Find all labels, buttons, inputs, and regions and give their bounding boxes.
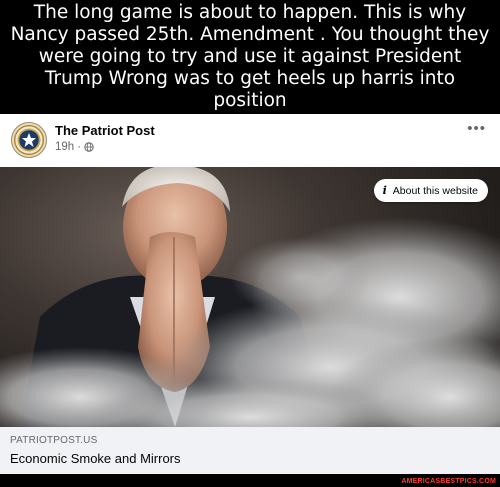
about-label: About this website [392,184,478,197]
info-icon: i [382,184,387,197]
facebook-post-card: The Patriot Post 19h · ••• i About this … [0,114,500,474]
watermark: AMERICASBESTPICS.COM [401,478,496,485]
post-time[interactable]: 19h [55,141,74,153]
post-image[interactable]: i About this website [0,167,500,427]
photo-illustration [0,167,500,427]
post-header: The Patriot Post 19h · ••• [0,114,500,167]
page-avatar[interactable] [11,122,47,158]
page-name-link[interactable]: The Patriot Post [55,123,155,138]
link-preview[interactable]: PATRIOTPOST.US Economic Smoke and Mirror… [0,427,500,474]
meta-separator: · [77,141,82,153]
meme-caption: The long game is about to happen. This i… [0,0,500,114]
caption-text: The long game is about to happen. This i… [10,2,490,111]
globe-icon[interactable] [84,142,94,152]
link-title[interactable]: Economic Smoke and Mirrors [10,451,181,466]
about-this-website-button[interactable]: i About this website [373,179,488,202]
star-icon [22,133,36,147]
more-options-icon[interactable]: ••• [467,120,486,137]
post-meta: 19h · [55,141,94,153]
link-domain: PATRIOTPOST.US [10,435,98,446]
